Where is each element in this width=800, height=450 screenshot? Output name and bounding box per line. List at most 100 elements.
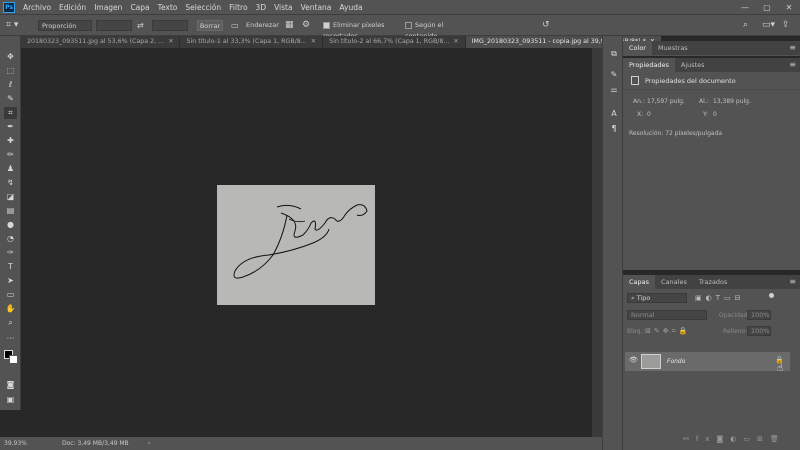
search-icon[interactable]: ⌕: [743, 20, 753, 31]
opacity-input[interactable]: 100%: [747, 310, 771, 320]
x-value[interactable]: 0: [647, 111, 651, 118]
fx-icon[interactable]: fx: [696, 435, 717, 443]
straighten-icon[interactable]: ▭: [231, 20, 241, 31]
shape-tool-icon[interactable]: ▭: [4, 289, 17, 301]
clear-button[interactable]: Borrar: [197, 20, 223, 31]
more-tools-icon[interactable]: ···: [4, 333, 17, 345]
background-color-swatch[interactable]: [9, 355, 18, 364]
ratio-width-input[interactable]: [96, 20, 132, 31]
filter-toggle-icon[interactable]: [769, 293, 774, 298]
tab-swatches[interactable]: Muestras: [652, 41, 694, 55]
checkbox-on[interactable]: [323, 21, 330, 29]
gear-icon[interactable]: ⚙: [302, 20, 312, 31]
delete-cropped-checkbox[interactable]: Eliminar píxeles recortados: [323, 20, 403, 40]
canvas-area[interactable]: [21, 48, 592, 437]
menu-ayuda[interactable]: Ayuda: [335, 3, 366, 12]
close-icon[interactable]: ✕: [453, 38, 458, 45]
reset-icon[interactable]: ↺: [542, 20, 554, 31]
document-image[interactable]: [217, 185, 375, 305]
swap-icon[interactable]: ⇄: [137, 20, 147, 31]
close-button[interactable]: ✕: [778, 3, 800, 12]
close-icon[interactable]: ✕: [168, 38, 173, 45]
tab-layers[interactable]: Capas: [623, 275, 656, 289]
menu-edicion[interactable]: Edición: [55, 3, 90, 12]
brush-panel-icon[interactable]: ✎: [608, 69, 620, 81]
workspace-icon[interactable]: ▭▾: [762, 20, 775, 31]
move-tool-icon[interactable]: ✥: [4, 51, 17, 63]
new-layer-icon[interactable]: ⊞: [757, 435, 770, 443]
tab-channels[interactable]: Canales: [655, 275, 693, 289]
character-panel-icon[interactable]: A: [608, 108, 620, 120]
layer-filter-icons[interactable]: ▣◐T▭⊟: [695, 294, 744, 302]
fill-input[interactable]: 100%: [747, 326, 771, 336]
type-tool-icon[interactable]: T: [4, 261, 17, 273]
paragraph-panel-icon[interactable]: ¶: [608, 123, 620, 135]
history-brush-tool-icon[interactable]: ↯: [4, 177, 17, 189]
menu-archivo[interactable]: Archivo: [19, 3, 55, 12]
tab-document-2[interactable]: Sin título-1 al 33,3% (Capa 1, RGB/8... ✕: [180, 36, 324, 48]
dodge-tool-icon[interactable]: ◔: [4, 233, 17, 245]
marquee-tool-icon[interactable]: ⬚: [4, 65, 17, 77]
menu-3d[interactable]: 3D: [252, 3, 271, 12]
tab-document-3[interactable]: Sin título-2 al 66,7% (Capa 1, RGB/8... ✕: [323, 36, 466, 48]
tab-adjustments[interactable]: Ajustes: [675, 58, 711, 72]
pen-tool-icon[interactable]: ✑: [4, 247, 17, 259]
menu-filtro[interactable]: Filtro: [225, 3, 251, 12]
screen-mode-icon[interactable]: ▣: [4, 394, 17, 406]
content-aware-checkbox[interactable]: Según el contenido: [405, 20, 475, 40]
status-menu-arrow-icon[interactable]: ›: [148, 437, 150, 450]
zoom-tool-icon[interactable]: ⌕: [4, 317, 17, 329]
group-icon[interactable]: ▭: [743, 435, 757, 443]
mask-icon[interactable]: ◙: [716, 435, 730, 443]
clone-stamp-tool-icon[interactable]: ♟: [4, 163, 17, 175]
crop-tool-preset-icon[interactable]: ⌗ ▾: [6, 20, 26, 31]
eraser-tool-icon[interactable]: ◪: [4, 191, 17, 203]
layer-row[interactable]: 👁 Fondo 🔒: [625, 352, 790, 371]
eye-icon[interactable]: 👁: [629, 356, 638, 364]
adjust-panel-icon[interactable]: ⚌: [608, 84, 620, 96]
eyedropper-tool-icon[interactable]: ✒: [4, 121, 17, 133]
ratio-height-input[interactable]: [152, 20, 188, 31]
quick-mask-icon[interactable]: ◙: [4, 379, 17, 391]
lock-icons[interactable]: ⊠✎✥⌗🔒: [645, 327, 690, 336]
tab-document-1[interactable]: 20180323_093511.jpg al 53,6% (Capa 2, ..…: [21, 36, 181, 48]
width-value[interactable]: 17,597 pulg.: [647, 98, 685, 105]
adjustment-icon[interactable]: ◐: [730, 435, 743, 443]
trash-icon[interactable]: 🗑: [770, 435, 786, 443]
menu-ventana[interactable]: Ventana: [297, 3, 336, 12]
hand-tool-icon[interactable]: ✋: [4, 303, 17, 315]
panel-menu-icon[interactable]: ≡: [789, 58, 800, 72]
lasso-tool-icon[interactable]: ℓ: [4, 79, 17, 91]
menu-seleccion[interactable]: Selección: [181, 3, 225, 12]
history-panel-icon[interactable]: ⧉: [608, 48, 620, 60]
maximize-button[interactable]: ▢: [756, 3, 778, 12]
grid-overlay-icon[interactable]: ▦: [285, 20, 297, 31]
link-icon[interactable]: ⚯: [683, 435, 696, 443]
tab-color[interactable]: Color: [623, 41, 652, 55]
close-icon[interactable]: ✕: [311, 38, 316, 45]
share-icon[interactable]: ⇪: [782, 20, 794, 31]
tab-paths[interactable]: Trazados: [693, 275, 734, 289]
path-selection-tool-icon[interactable]: ➤: [4, 275, 17, 287]
tab-properties[interactable]: Propiedades: [623, 58, 675, 72]
crop-tool-icon[interactable]: ⌗: [4, 107, 17, 119]
gradient-tool-icon[interactable]: ▤: [4, 205, 17, 217]
menu-texto[interactable]: Texto: [154, 3, 182, 12]
straighten-label[interactable]: Enderezar: [246, 20, 279, 31]
quick-select-tool-icon[interactable]: ✎: [4, 93, 17, 105]
panel-menu-icon[interactable]: ≡: [789, 41, 800, 55]
zoom-level[interactable]: 39,93%: [4, 437, 27, 450]
menu-vista[interactable]: Vista: [270, 3, 297, 12]
y-value[interactable]: 0: [713, 111, 717, 118]
layer-name[interactable]: Fondo: [667, 358, 685, 365]
blend-mode-select[interactable]: Normal: [627, 310, 707, 320]
checkbox-off[interactable]: [405, 21, 412, 29]
menu-imagen[interactable]: Imagen: [90, 3, 126, 12]
panel-menu-icon[interactable]: ≡: [789, 275, 800, 289]
height-value[interactable]: 13,389 pulg.: [713, 98, 751, 105]
menu-capa[interactable]: Capa: [126, 3, 153, 12]
brush-tool-icon[interactable]: ✏: [4, 149, 17, 161]
healing-brush-tool-icon[interactable]: ✚: [4, 135, 17, 147]
ratio-select[interactable]: Proporción: [38, 20, 92, 31]
minimize-button[interactable]: —: [734, 3, 756, 12]
